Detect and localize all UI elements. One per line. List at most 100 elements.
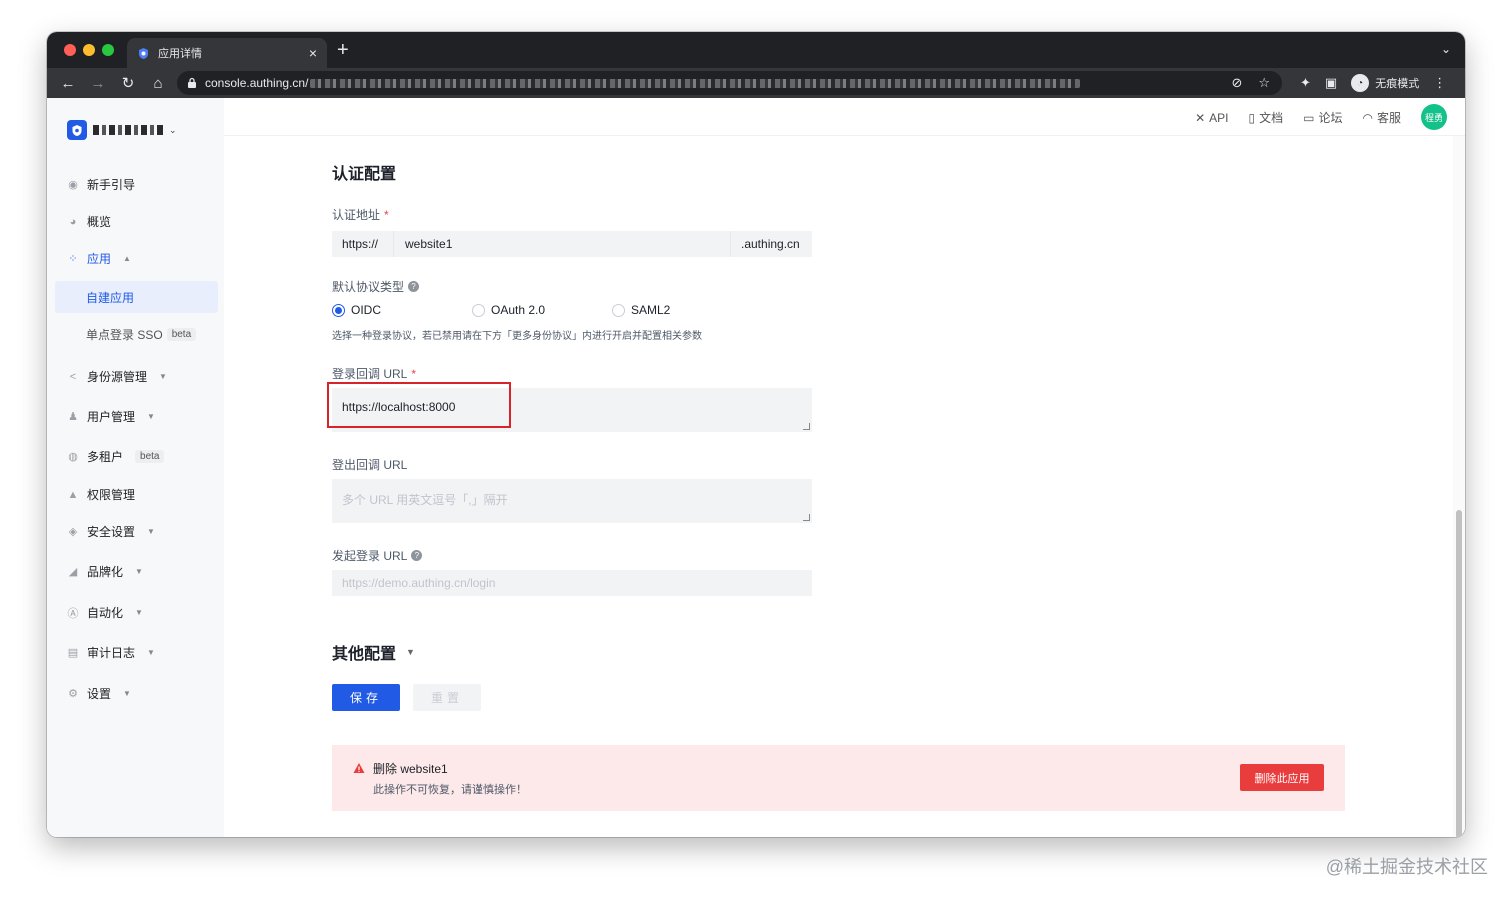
sidebar-item-label: 品牌化 bbox=[87, 565, 124, 579]
browser-toolbar: ← → ↻ ⌂ console.authing.cn/ ⊘ ☆ ✦ ▣ ◔ 无痕… bbox=[47, 68, 1465, 98]
headset-icon: ◠ bbox=[1362, 110, 1373, 125]
automation-icon: Ⓐ bbox=[67, 607, 79, 620]
new-tab-button[interactable]: + bbox=[337, 40, 349, 60]
sidebar-item-custom-apps[interactable]: 自建应用 bbox=[55, 281, 218, 313]
radio-unchecked-icon bbox=[612, 303, 625, 317]
minimize-window-button[interactable] bbox=[83, 44, 95, 56]
sidebar-item-label: 多租户 bbox=[87, 450, 124, 464]
compass-icon: ◉ bbox=[68, 179, 78, 191]
reload-icon[interactable]: ↻ bbox=[115, 70, 141, 96]
required-mark: * bbox=[411, 366, 417, 381]
brush-icon: ◢ bbox=[68, 566, 78, 578]
avatar[interactable]: 程勇 bbox=[1421, 104, 1447, 130]
support-link[interactable]: ◠ 客服 bbox=[1363, 109, 1402, 126]
sidebar-item-automation[interactable]: Ⓐ 自动化 ▼ bbox=[67, 604, 143, 621]
sidebar-item-label: 应用 bbox=[87, 252, 112, 266]
document-icon: ▤ bbox=[67, 647, 79, 659]
resize-handle-icon[interactable] bbox=[803, 514, 810, 521]
auth-address-label: 认证地址 * bbox=[332, 207, 389, 223]
radio-oauth2[interactable]: OAuth 2.0 bbox=[472, 303, 612, 317]
address-input[interactable]: website1 bbox=[394, 231, 730, 257]
shield-logo-icon bbox=[67, 120, 87, 140]
api-link[interactable]: ✕ API bbox=[1195, 109, 1228, 126]
scrollbar[interactable] bbox=[1453, 136, 1465, 837]
book-icon: ▯ bbox=[1248, 110, 1256, 125]
login-callback-label: 登录回调 URL * bbox=[332, 366, 417, 382]
protocol-label: 默认协议类型 ? bbox=[332, 278, 420, 295]
lock-icon: ▲ bbox=[67, 488, 79, 501]
authing-favicon-icon bbox=[137, 47, 150, 60]
tools-icon: ✕ bbox=[1195, 110, 1206, 125]
maximize-window-button[interactable] bbox=[102, 44, 114, 56]
shield-icon: ◈ bbox=[68, 526, 78, 538]
sidebar-item-audit-logs[interactable]: ▤ 审计日志 ▼ bbox=[67, 644, 155, 661]
org-name-redacted bbox=[93, 125, 163, 135]
tab-close-icon[interactable]: × bbox=[309, 45, 317, 61]
delete-app-button[interactable]: 删除此应用 bbox=[1240, 764, 1324, 791]
chevron-down-icon: ▼ bbox=[135, 608, 143, 617]
reset-button[interactable]: 重置 bbox=[413, 684, 481, 711]
sidebar-item-identity-sources[interactable]: < 身份源管理 ▼ bbox=[67, 368, 167, 385]
chevron-down-icon: ▼ bbox=[406, 647, 415, 657]
sidebar-item-security[interactable]: ◈ 安全设置 ▼ bbox=[67, 523, 155, 540]
users-icon: ♟ bbox=[68, 411, 78, 423]
address-bar[interactable]: console.authing.cn/ ⊘ ☆ bbox=[177, 71, 1282, 95]
logout-callback-label: 登出回调 URL bbox=[332, 458, 408, 472]
sidebar-item-branding[interactable]: ◢ 品牌化 ▼ bbox=[67, 563, 143, 580]
initiate-login-label: 发起登录 URL ? bbox=[332, 547, 423, 564]
address-suffix: .authing.cn bbox=[730, 231, 812, 257]
sidebar-item-sso[interactable]: 单点登录 SSO beta bbox=[55, 318, 218, 350]
star-icon[interactable]: ☆ bbox=[1258, 75, 1270, 91]
url-redacted bbox=[310, 78, 1081, 88]
resize-handle-icon[interactable] bbox=[803, 423, 810, 430]
radio-unchecked-icon bbox=[472, 303, 485, 317]
required-mark: * bbox=[384, 207, 389, 222]
sidebar-item-users[interactable]: ♟ 用户管理 ▼ bbox=[67, 408, 155, 425]
scrollbar-thumb[interactable] bbox=[1456, 510, 1462, 837]
save-button[interactable]: 保存 bbox=[332, 684, 400, 711]
lock-icon bbox=[187, 77, 197, 89]
forward-arrow-icon[interactable]: → bbox=[85, 70, 111, 96]
forum-link[interactable]: ▭ 论坛 bbox=[1303, 109, 1342, 126]
browser-tab[interactable]: 应用详情 × bbox=[127, 38, 327, 68]
message-icon: ▭ bbox=[1303, 110, 1315, 125]
sidebar-item-label: 自动化 bbox=[87, 606, 124, 620]
more-menu-icon[interactable]: ⋮ bbox=[1433, 75, 1446, 91]
chevron-down-icon: ▼ bbox=[147, 412, 155, 421]
sidebar-item-permissions[interactable]: ▲ 权限管理 bbox=[67, 486, 135, 503]
sidebar-item-label: 权限管理 bbox=[87, 488, 136, 502]
incognito-indicator[interactable]: ◔ 无痕模式 bbox=[1351, 74, 1419, 92]
radio-oidc[interactable]: OIDC bbox=[332, 303, 472, 317]
incognito-icon: ◔ bbox=[1351, 74, 1370, 92]
logout-callback-textarea[interactable]: 多个 URL 用英文逗号「,」隔开 bbox=[332, 479, 812, 523]
org-switcher[interactable]: ⌄ bbox=[67, 120, 177, 140]
extensions-puzzle-icon[interactable]: ✦ bbox=[1300, 75, 1311, 91]
chevron-down-icon: ▼ bbox=[147, 648, 155, 657]
help-icon[interactable]: ? bbox=[411, 550, 423, 561]
home-icon[interactable]: ⌂ bbox=[145, 70, 171, 96]
sidebar-item-multi-tenant[interactable]: ◍ 多租户 beta bbox=[67, 448, 165, 465]
tab-search-chevron-icon[interactable]: ⌄ bbox=[1441, 42, 1451, 56]
sidebar-item-overview[interactable]: ◕ 概览 bbox=[67, 213, 111, 230]
back-arrow-icon[interactable]: ← bbox=[55, 70, 81, 96]
sidebar-item-onboarding[interactable]: ◉ 新手引导 bbox=[67, 176, 135, 193]
globe-icon: ◍ bbox=[68, 451, 78, 463]
section-title-other[interactable]: 其他配置 ▼ bbox=[332, 640, 415, 664]
docs-link[interactable]: ▯ 文档 bbox=[1249, 109, 1284, 126]
protocol-radio-group: OIDC OAuth 2.0 SAML2 bbox=[332, 303, 670, 317]
side-panel-icon[interactable]: ▣ bbox=[1325, 75, 1337, 91]
top-bar: ✕ API ▯ 文档 ▭ 论坛 ◠ 客服 程勇 bbox=[224, 98, 1465, 136]
chevron-down-icon: ▼ bbox=[123, 689, 131, 698]
radio-saml2[interactable]: SAML2 bbox=[612, 303, 670, 317]
radio-checked-icon bbox=[332, 303, 345, 317]
browser-window: 应用详情 × + ⌄ ← → ↻ ⌂ console.authing.cn/ ⊘… bbox=[47, 32, 1465, 837]
close-window-button[interactable] bbox=[64, 44, 76, 56]
help-icon[interactable]: ? bbox=[408, 281, 420, 292]
initiate-login-input[interactable]: https://demo.authing.cn/login bbox=[332, 570, 812, 596]
warning-icon bbox=[353, 762, 365, 774]
sidebar-item-applications[interactable]: ⁘ 应用 ▲ bbox=[67, 250, 131, 267]
chevron-up-icon: ▲ bbox=[123, 254, 131, 263]
sidebar-item-settings[interactable]: ⚙ 设置 ▼ bbox=[67, 685, 131, 702]
eye-off-icon[interactable]: ⊘ bbox=[1231, 75, 1242, 91]
section-title-auth: 认证配置 bbox=[332, 166, 397, 183]
